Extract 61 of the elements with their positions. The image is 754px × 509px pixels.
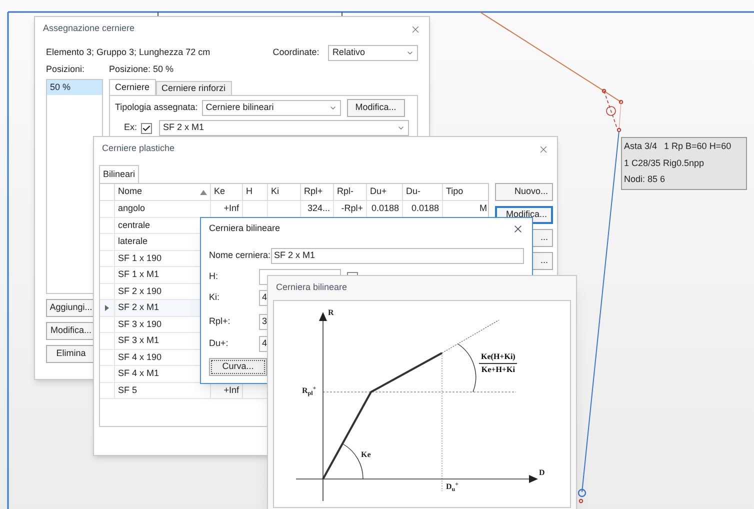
h-label: H: bbox=[209, 270, 219, 284]
ex-dropdown[interactable]: SF 2 x M1 bbox=[159, 120, 409, 136]
current-row-icon bbox=[105, 304, 109, 311]
list-item[interactable]: 50 % bbox=[47, 80, 102, 95]
coordinates-dropdown[interactable]: Relativo bbox=[328, 45, 418, 61]
name-label: Nome cerniera: bbox=[209, 249, 271, 262]
r-axis-label: R bbox=[328, 307, 334, 319]
ex-label: Ex: bbox=[122, 121, 137, 134]
table-action-button[interactable]: Nuovo... bbox=[495, 183, 553, 201]
column-header[interactable]: Ke bbox=[210, 184, 242, 200]
column-header[interactable]: H bbox=[242, 184, 267, 200]
ex-checkbox[interactable] bbox=[141, 122, 152, 134]
support-node-icon bbox=[578, 488, 586, 504]
tooltip-text: Asta 3/4 bbox=[624, 140, 658, 153]
name-field[interactable]: SF 2 x M1 bbox=[271, 248, 524, 264]
type-dropdown[interactable]: Cerniere bilineari bbox=[202, 100, 341, 116]
tooltip-text: Nodi: 85 6 bbox=[624, 173, 666, 186]
dropdown-icon bbox=[328, 104, 337, 112]
dialog-title: Cerniera bilineare bbox=[276, 281, 348, 294]
ki-label: Ki: bbox=[209, 291, 221, 304]
dialog-title: Cerniere plastiche bbox=[102, 142, 176, 156]
position-label: Posizione: 50 % bbox=[109, 63, 174, 76]
d-axis-label: D bbox=[539, 467, 545, 479]
rpl-label: Rpl+: bbox=[209, 315, 232, 328]
dialog-title: Assegnazione cerniere bbox=[43, 22, 136, 36]
fraction-denominator: Ke+H+Ki bbox=[481, 364, 515, 376]
column-header[interactable]: Ki bbox=[267, 184, 300, 200]
extension-line bbox=[442, 320, 500, 354]
close-icon[interactable] bbox=[410, 24, 421, 34]
column-header[interactable]: Nome bbox=[114, 184, 210, 200]
sort-icon bbox=[200, 190, 207, 194]
tab[interactable]: Cerniere rinforzi bbox=[156, 81, 232, 95]
du-label: Du+: bbox=[209, 337, 230, 350]
hinge-symbol-icon bbox=[602, 88, 624, 132]
dropdown-icon bbox=[397, 124, 405, 132]
type-label: Tipologia assegnata: bbox=[115, 101, 198, 114]
column-header[interactable]: Rpl+ bbox=[300, 184, 333, 200]
side-button[interactable]: Modifica... bbox=[46, 322, 96, 340]
tooltip-text: 1 C28/35 Rig0.5npp bbox=[624, 156, 704, 170]
close-icon[interactable] bbox=[512, 223, 524, 235]
tab[interactable]: Bilineari bbox=[99, 165, 140, 183]
hardening-angle-arc bbox=[458, 344, 476, 392]
column-header[interactable]: Rpl- bbox=[333, 184, 366, 200]
dropdown-icon bbox=[406, 49, 414, 57]
tab[interactable]: Cerniere bbox=[109, 79, 156, 95]
dialog-title: Cerniera bilineare bbox=[209, 222, 282, 236]
column-header[interactable]: Du- bbox=[402, 184, 442, 200]
table-row[interactable]: angolo +Inf 324... -Rpl+ 0.0188 0.0188 M bbox=[100, 201, 488, 218]
positions-label: Posizioni: bbox=[46, 63, 86, 76]
fraction-numerator: Ke(H+Ki) bbox=[479, 351, 518, 364]
curve-button[interactable]: Curva... bbox=[209, 358, 267, 376]
column-header[interactable]: Tipo bbox=[442, 184, 490, 200]
column-header[interactable]: Du+ bbox=[366, 184, 402, 200]
side-button[interactable]: Elimina bbox=[46, 345, 96, 363]
close-icon[interactable] bbox=[538, 144, 549, 154]
side-button[interactable]: Aggiungi... bbox=[46, 299, 96, 317]
elastic-label: Ke bbox=[361, 449, 371, 461]
tooltip-text: 1 Rp B=60 H=60 bbox=[664, 140, 732, 153]
coordinates-label: Coordinate: bbox=[272, 46, 320, 60]
edit-button[interactable]: Modifica... bbox=[346, 99, 405, 117]
element-info: Elemento 3; Gruppo 3; Lunghezza 72 cm bbox=[46, 46, 212, 60]
